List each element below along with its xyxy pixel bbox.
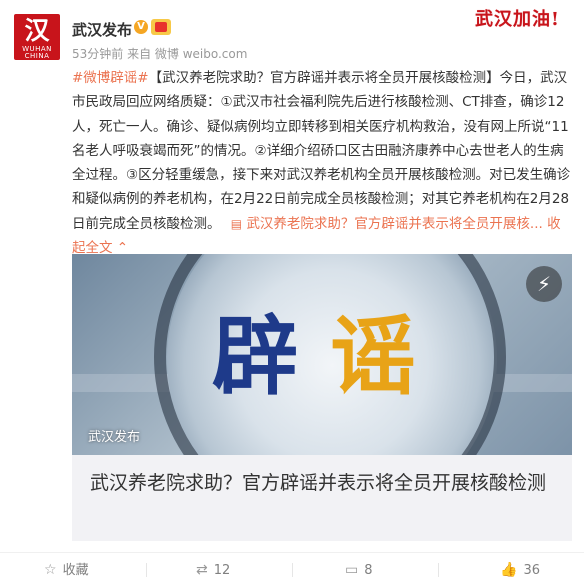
repost-button[interactable]: ⇄ 12 (196, 553, 230, 587)
repost-icon: ⇄ (196, 562, 208, 578)
favorite-button[interactable]: ☆ 收藏 (44, 553, 89, 587)
vip-ribbon-icon[interactable] (151, 19, 171, 35)
hero-caption: 武汉发布 (88, 430, 141, 445)
divider (146, 563, 147, 577)
comment-count: 8 (364, 563, 373, 578)
like-button[interactable]: 👍 36 (500, 553, 540, 587)
hashtag-link[interactable]: #微博辟谣# (72, 70, 149, 86)
star-icon: ☆ (44, 562, 57, 578)
article-title: 武汉养老院求助？官方辟谣并表示将全员开展核酸检测 (90, 472, 547, 494)
avatar-glyph: 汉 (24, 16, 50, 45)
divider (292, 563, 293, 577)
comment-button[interactable]: ▭ 8 (345, 553, 373, 587)
article-icon: ▤ (230, 216, 243, 231)
article-hero-image[interactable]: 辟 谣 ⚡ 武汉发布 (72, 254, 572, 455)
repost-count: 12 (213, 563, 231, 578)
thumbs-up-icon: 👍 (500, 562, 518, 578)
avatar[interactable]: 汉 WUHAN CHINA (14, 14, 60, 60)
post-meta: 53分钟前 来自 微博 weibo.com (72, 47, 248, 61)
post-text: 【武汉养老院求助？官方辟谣并表示将全员开展核酸检测】今日，武汉市民政局回应网络质… (72, 70, 571, 232)
like-count: 36 (523, 563, 540, 578)
favorite-label: 收藏 (62, 563, 89, 578)
avatar-subtext: WUHAN CHINA (22, 45, 52, 60)
action-bar: ☆ 收藏 ⇄ 12 ▭ 8 👍 36 (0, 552, 584, 587)
author-name[interactable]: 武汉发布 (72, 19, 132, 40)
comment-icon: ▭ (345, 562, 359, 578)
article-link[interactable]: 武汉养老院求助？官方辟谣并表示将全员开展核... (246, 216, 542, 232)
hero-word-2: 谣 (330, 307, 416, 407)
v-badge-icon: V (134, 20, 148, 34)
hero-word-1: 辟 (212, 307, 298, 407)
article-title-box[interactable]: 武汉养老院求助？官方辟谣并表示将全员开展核酸检测 (72, 455, 572, 541)
divider (438, 563, 439, 577)
lightning-icon[interactable]: ⚡ (526, 266, 562, 302)
post-body: #微博辟谣#【武汉养老院求助？官方辟谣并表示将全员开展核酸检测】今日，武汉市民政… (72, 66, 572, 260)
stamp-text: 武汉加油! (475, 9, 560, 30)
weibo-post-card: 汉 WUHAN CHINA 武汉发布 V 53分钟前 来自 微博 weibo.c… (0, 0, 584, 586)
